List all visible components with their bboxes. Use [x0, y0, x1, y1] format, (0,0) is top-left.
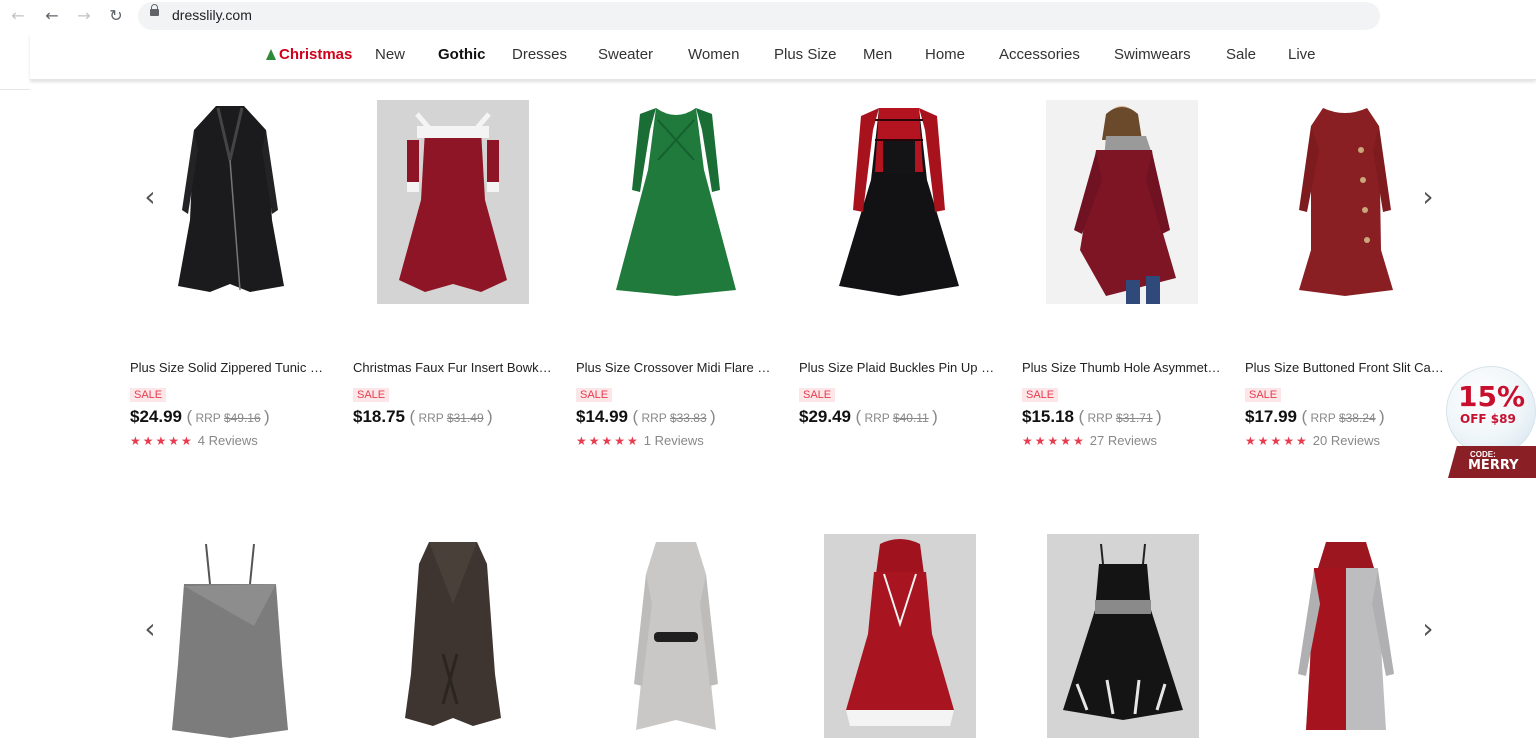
christmas-tree-icon — [266, 49, 276, 60]
address-bar[interactable] — [138, 2, 1380, 30]
reviews[interactable]: ★★★★★ 1 Reviews — [576, 432, 704, 450]
left-strip — [0, 34, 30, 90]
reviews[interactable]: ★★★★★ 20 Reviews — [1245, 432, 1380, 450]
nav-item-dresses[interactable]: Dresses — [512, 46, 567, 63]
star-rating-icon: ★★★★★ — [1245, 434, 1309, 448]
main-nav: Christmas New Gothic Dresses Sweater Wom… — [30, 34, 1536, 80]
nav-item-home[interactable]: Home — [925, 46, 965, 63]
coupon-code: MERRY — [1468, 458, 1519, 473]
price-line: $29.49 ( RRP $40.11 ) — [799, 407, 938, 427]
product-image[interactable] — [1269, 100, 1421, 304]
product-image[interactable] — [1270, 534, 1422, 738]
forward-button[interactable]: → — [72, 4, 96, 28]
price-line: $24.99 ( RRP $49.16 ) — [130, 407, 270, 427]
product-image[interactable] — [1046, 100, 1198, 304]
rrp-price: ( RRP $40.11 ) — [855, 407, 938, 426]
product-price: $14.99 — [576, 407, 628, 426]
product-title[interactable]: Plus Size Plaid Buckles Pin Up Dress — [799, 360, 999, 375]
nav-item-plus-size[interactable]: Plus Size — [774, 46, 837, 63]
star-rating-icon: ★★★★★ — [1022, 434, 1086, 448]
nav-item-gothic[interactable]: Gothic — [438, 46, 486, 63]
product-image[interactable] — [600, 534, 752, 738]
rrp-label: RRP — [195, 411, 221, 425]
rrp-value: $49.16 — [223, 411, 261, 425]
back-icon[interactable]: ← — [6, 4, 30, 28]
product-price: $18.75 — [353, 407, 405, 426]
rrp-label: RRP — [1087, 411, 1113, 425]
product-title[interactable]: Plus Size Thumb Hole Asymmetric Tee — [1022, 360, 1222, 375]
star-rating-icon: ★★★★★ — [576, 434, 640, 448]
nav-label: Christmas — [279, 46, 353, 63]
sale-badge: SALE — [353, 388, 390, 402]
rrp-value: $33.83 — [669, 411, 707, 425]
review-count: 27 Reviews — [1089, 433, 1157, 448]
price-line: $18.75 ( RRP $31.49 ) — [353, 407, 493, 427]
rrp-label: RRP — [418, 411, 444, 425]
rrp-price: ( RRP $38.24 ) — [1301, 407, 1385, 426]
product-price: $15.18 — [1022, 407, 1074, 426]
product-title[interactable]: Christmas Faux Fur Insert Bowknot Dress — [353, 360, 553, 375]
product-price: $24.99 — [130, 407, 182, 426]
product-image[interactable] — [1047, 534, 1199, 738]
product-image[interactable] — [377, 534, 529, 738]
sale-badge: SALE — [1245, 388, 1282, 402]
rrp-label: RRP — [1310, 411, 1336, 425]
browser-toolbar: ← ← → ↻ dresslily.com — [0, 0, 1536, 32]
price-line: $17.99 ( RRP $38.24 ) — [1245, 407, 1385, 427]
nav-item-men[interactable]: Men — [863, 46, 892, 63]
sale-badge: SALE — [576, 388, 613, 402]
rrp-label: RRP — [864, 411, 890, 425]
back-button[interactable]: ← — [40, 4, 64, 28]
rrp-price: ( RRP $31.71 ) — [1078, 407, 1162, 426]
nav-item-accessories[interactable]: Accessories — [999, 46, 1080, 63]
sale-badge: SALE — [130, 388, 167, 402]
product-image[interactable] — [824, 534, 976, 738]
review-count: 20 Reviews — [1312, 433, 1380, 448]
lock-icon — [150, 4, 159, 16]
rrp-price: ( RRP $49.16 ) — [186, 407, 270, 426]
price-line: $15.18 ( RRP $31.71 ) — [1022, 407, 1162, 427]
review-count: 4 Reviews — [197, 433, 258, 448]
product-title[interactable]: Plus Size Crossover Midi Flare Dress — [576, 360, 776, 375]
product-title[interactable]: Plus Size Buttoned Front Slit Cable Swea… — [1245, 360, 1445, 375]
product-image[interactable] — [377, 100, 529, 304]
product-price: $29.49 — [799, 407, 851, 426]
sale-badge: SALE — [799, 388, 836, 402]
reviews[interactable]: ★★★★★ 27 Reviews — [1022, 432, 1157, 450]
product-image[interactable] — [823, 100, 975, 304]
product-price: $17.99 — [1245, 407, 1297, 426]
star-rating-icon: ★★★★★ — [130, 434, 194, 448]
product-image[interactable] — [154, 100, 306, 304]
nav-item-new[interactable]: New — [375, 46, 405, 63]
product-title[interactable]: Plus Size Solid Zippered Tunic Coat — [130, 360, 330, 375]
rrp-value: $31.49 — [446, 411, 484, 425]
rrp-price: ( RRP $33.83 ) — [632, 407, 716, 426]
rrp-label: RRP — [641, 411, 667, 425]
review-count: 1 Reviews — [643, 433, 704, 448]
nav-item-women[interactable]: Women — [688, 46, 739, 63]
reviews[interactable]: ★★★★★ 4 Reviews — [130, 432, 258, 450]
nav-item-sale[interactable]: Sale — [1226, 46, 1256, 63]
reload-button[interactable]: ↻ — [104, 4, 128, 28]
sale-badge: SALE — [1022, 388, 1059, 402]
price-line: $14.99 ( RRP $33.83 ) — [576, 407, 716, 427]
rrp-price: ( RRP $31.49 ) — [409, 407, 493, 426]
product-image[interactable] — [600, 100, 752, 304]
rrp-value: $40.11 — [892, 411, 929, 425]
coupon-badge[interactable]: 15% OFF $89 CODE: MERRY — [1446, 366, 1536, 478]
coupon-percent: 15% — [1458, 380, 1526, 413]
url-text[interactable]: dresslily.com — [172, 7, 252, 23]
nav-item-live[interactable]: Live — [1288, 46, 1316, 63]
nav-item-sweater[interactable]: Sweater — [598, 46, 653, 63]
product-image[interactable] — [154, 534, 306, 738]
rrp-value: $38.24 — [1338, 411, 1376, 425]
coupon-threshold: OFF $89 — [1460, 412, 1516, 426]
nav-item-swimwears[interactable]: Swimwears — [1114, 46, 1191, 63]
rrp-value: $31.71 — [1115, 411, 1153, 425]
nav-item-christmas[interactable]: Christmas — [266, 46, 352, 63]
